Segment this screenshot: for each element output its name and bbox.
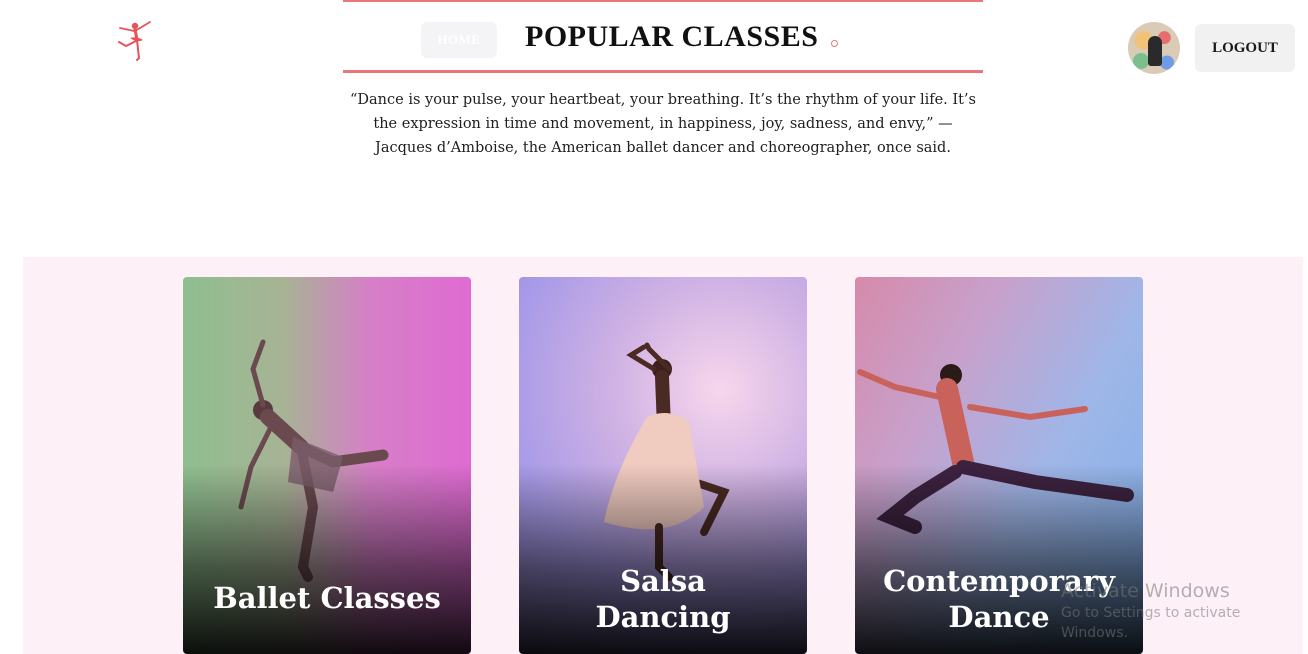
person-icon <box>1148 36 1162 66</box>
page-title: POPULAR CLASSES <box>525 20 819 53</box>
class-card-ballet[interactable]: Ballet Classes <box>183 277 471 654</box>
intro-quote: “Dance is your pulse, your heartbeat, yo… <box>350 92 976 156</box>
windows-activation-watermark: Activate Windows Go to Settings to activ… <box>1061 580 1241 641</box>
home-button[interactable]: HOME <box>421 22 497 58</box>
card-overlay <box>183 464 471 654</box>
class-card-title: Salsa Dancing <box>595 564 731 634</box>
decorative-dot-icon <box>831 40 838 47</box>
class-card-salsa[interactable]: Salsa Dancing <box>519 277 807 654</box>
page-header: HOME POPULAR CLASSES <box>343 0 983 73</box>
class-card-title: Ballet Classes <box>213 581 441 615</box>
logout-button[interactable]: LOGOUT <box>1195 24 1295 72</box>
ballerina-logo-icon[interactable] <box>110 16 158 64</box>
user-avatar[interactable] <box>1128 22 1180 74</box>
